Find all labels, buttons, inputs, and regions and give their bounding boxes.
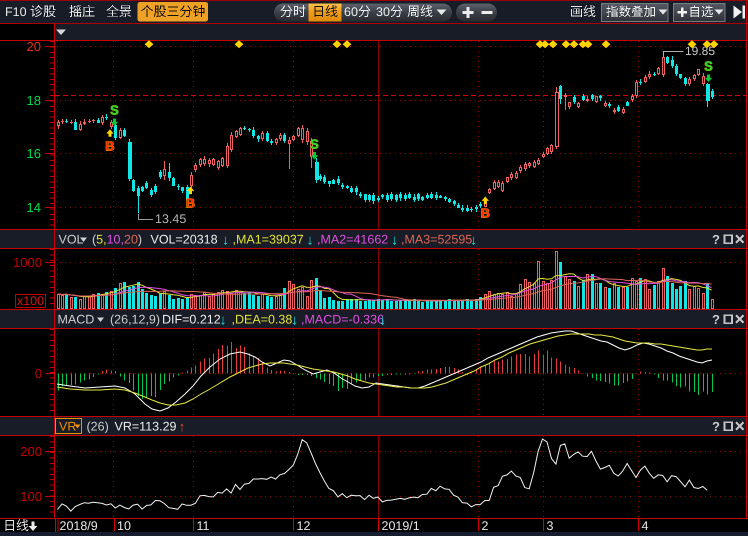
svg-text:↓: ↓: [307, 232, 314, 248]
svg-text:x100: x100: [17, 294, 44, 308]
svg-text:↓: ↓: [470, 232, 477, 248]
svg-text:?: ?: [712, 232, 720, 247]
svg-text:B: B: [105, 139, 114, 154]
svg-text:,DEA=0.38: ,DEA=0.38: [232, 313, 293, 327]
svg-text:2019/1: 2019/1: [382, 519, 420, 533]
svg-text:20: 20: [27, 39, 41, 54]
svg-text:16: 16: [27, 146, 41, 161]
svg-text:(5,10,20): (5,10,20): [92, 233, 142, 247]
svg-text:↓: ↓: [291, 312, 298, 328]
svg-text:4: 4: [642, 519, 649, 533]
svg-text:0: 0: [35, 366, 42, 381]
svg-text:↑: ↑: [179, 419, 186, 435]
svg-text:VR=113.29: VR=113.29: [115, 420, 177, 434]
svg-text:VR: VR: [59, 420, 76, 434]
svg-text:1000: 1000: [13, 255, 42, 270]
svg-text:↓: ↓: [379, 312, 386, 328]
svg-text:14: 14: [27, 200, 41, 215]
svg-text:↓: ↓: [391, 232, 398, 248]
svg-text:100: 100: [20, 489, 42, 504]
svg-text:13.45: 13.45: [155, 212, 186, 226]
svg-text:3: 3: [547, 519, 554, 533]
svg-text:2018/9: 2018/9: [60, 519, 98, 533]
svg-text:S: S: [110, 103, 119, 118]
svg-text:↓: ↓: [222, 232, 229, 248]
svg-text:60: 60: [344, 5, 358, 19]
svg-text:18: 18: [27, 93, 41, 108]
svg-text:?: ?: [712, 312, 720, 327]
svg-text:12: 12: [297, 519, 311, 533]
svg-text:↓: ↓: [220, 312, 227, 328]
svg-text:?: ?: [712, 419, 720, 434]
svg-text:,MACD=-0.336: ,MACD=-0.336: [301, 313, 384, 327]
svg-text:DIF=0.212: DIF=0.212: [162, 313, 221, 327]
svg-text:200: 200: [20, 444, 42, 459]
svg-text:VOL: VOL: [59, 233, 84, 247]
svg-text:VOL=20318: VOL=20318: [151, 233, 218, 247]
svg-text:11: 11: [197, 519, 210, 533]
svg-text:30: 30: [376, 5, 390, 19]
svg-text:S: S: [310, 137, 319, 152]
svg-text:19.85: 19.85: [685, 44, 715, 58]
svg-text:S: S: [704, 59, 713, 74]
svg-text:(26,12,9): (26,12,9): [110, 313, 160, 327]
svg-text:MACD: MACD: [58, 313, 95, 327]
svg-text:10: 10: [117, 519, 131, 533]
svg-text:(26): (26): [87, 420, 109, 434]
svg-text:,MA2=41662: ,MA2=41662: [317, 233, 388, 247]
svg-text:,MA3=52595: ,MA3=52595: [401, 233, 472, 247]
svg-text:,MA1=39037: ,MA1=39037: [233, 233, 304, 247]
svg-text:F10: F10: [5, 5, 27, 19]
svg-text:2: 2: [482, 519, 489, 533]
svg-text:B: B: [186, 196, 195, 211]
svg-text:B: B: [481, 206, 490, 221]
